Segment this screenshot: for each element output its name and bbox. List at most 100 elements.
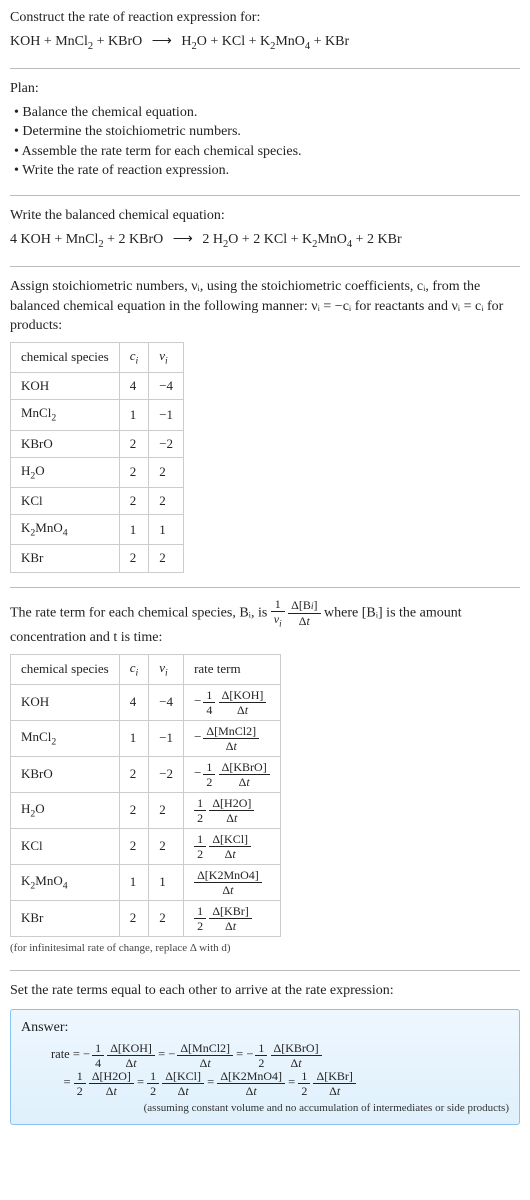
answer-box: Answer: rate = −14 Δ[KOH]Δt = −Δ[MnCl2]Δ…: [10, 1009, 520, 1125]
table-row: KBrO2−2: [11, 430, 184, 457]
plan-item: Write the rate of reaction expression.: [14, 161, 520, 181]
table-header-row: chemical species ci νi: [11, 342, 184, 372]
cell-v: 2: [149, 545, 184, 572]
cell-species: H2O: [11, 457, 120, 487]
col-species: chemical species: [11, 654, 120, 684]
cell-c: 1: [119, 864, 149, 900]
cell-species: KBr: [11, 545, 120, 572]
rateterm-section: The rate term for each chemical species,…: [10, 598, 520, 957]
divider: [10, 587, 520, 588]
divider: [10, 195, 520, 196]
table-row: H2O22: [11, 457, 184, 487]
divider: [10, 68, 520, 69]
balanced-section: Write the balanced chemical equation: 4 …: [10, 206, 520, 252]
final-section: Set the rate terms equal to each other t…: [10, 981, 520, 1125]
cell-rate: −14 Δ[KOH]Δt: [184, 684, 281, 720]
cell-species: KCl: [11, 487, 120, 514]
plan-list: Balance the chemical equation. Determine…: [10, 103, 520, 181]
table-row: KBr 2 2 12 Δ[KBr]Δt: [11, 900, 281, 936]
cell-v: 2: [149, 457, 184, 487]
problem-title: Construct the rate of reaction expressio…: [10, 8, 520, 28]
answer-note: (assuming constant volume and no accumul…: [21, 1101, 509, 1116]
table-row: KCl 2 2 12 Δ[KCl]Δt: [11, 828, 281, 864]
cell-rate: −Δ[MnCl2]Δt: [184, 720, 281, 756]
cell-c: 2: [119, 756, 149, 792]
cell-c: 4: [119, 684, 149, 720]
cell-v: 1: [149, 515, 184, 545]
table-row: KOH 4 −4 −14 Δ[KOH]Δt: [11, 684, 281, 720]
table-row: KBr22: [11, 545, 184, 572]
plan-item: Determine the stoichiometric numbers.: [14, 122, 520, 142]
cell-species: MnCl2: [11, 720, 120, 756]
table-header-row: chemical species ci νi rate term: [11, 654, 281, 684]
cell-v: 2: [149, 900, 184, 936]
table-row: KBrO 2 −2 −12 Δ[KBrO]Δt: [11, 756, 281, 792]
cell-species: KBrO: [11, 430, 120, 457]
cell-species: K2MnO4: [11, 864, 120, 900]
balanced-equation: 4 KOH + MnCl2 + 2 KBrO ⟶ 2 H2O + 2 KCl +…: [10, 230, 520, 252]
final-title: Set the rate terms equal to each other t…: [10, 981, 520, 1001]
table-row: KCl22: [11, 487, 184, 514]
cell-v: 2: [149, 487, 184, 514]
cell-c: 1: [119, 515, 149, 545]
table-row: MnCl21−1: [11, 400, 184, 430]
divider: [10, 970, 520, 971]
cell-c: 2: [119, 430, 149, 457]
divider: [10, 266, 520, 267]
plan-item: Assemble the rate term for each chemical…: [14, 142, 520, 162]
table-row: K2MnO411: [11, 515, 184, 545]
cell-rate: 12 Δ[H2O]Δt: [184, 792, 281, 828]
plan-section: Plan: Balance the chemical equation. Det…: [10, 79, 520, 181]
col-vi: νi: [149, 654, 184, 684]
cell-c: 1: [119, 400, 149, 430]
plan-item: Balance the chemical equation.: [14, 103, 520, 123]
cell-species: KCl: [11, 828, 120, 864]
generic-coef: 1νi: [271, 598, 285, 628]
answer-label: Answer:: [21, 1018, 509, 1038]
stoich-section: Assign stoichiometric numbers, νᵢ, using…: [10, 277, 520, 572]
plan-title: Plan:: [10, 79, 520, 99]
cell-c: 2: [119, 545, 149, 572]
cell-v: 2: [149, 828, 184, 864]
cell-c: 1: [119, 720, 149, 756]
cell-c: 2: [119, 792, 149, 828]
cell-species: K2MnO4: [11, 515, 120, 545]
cell-c: 2: [119, 900, 149, 936]
col-ci: ci: [119, 342, 149, 372]
cell-species: KOH: [11, 684, 120, 720]
cell-rate: 12 Δ[KBr]Δt: [184, 900, 281, 936]
rateterm-intro: The rate term for each chemical species,…: [10, 598, 520, 648]
cell-v: −1: [149, 720, 184, 756]
cell-v: −4: [149, 373, 184, 400]
stoich-table: chemical species ci νi KOH4−4 MnCl21−1 K…: [10, 342, 184, 573]
table-row: KOH4−4: [11, 373, 184, 400]
cell-v: 2: [149, 792, 184, 828]
cell-species: KBrO: [11, 756, 120, 792]
cell-rate: Δ[K2MnO4]Δt: [184, 864, 281, 900]
table-row: K2MnO4 1 1 Δ[K2MnO4]Δt: [11, 864, 281, 900]
unbalanced-equation: KOH + MnCl2 + KBrO ⟶ H2O + KCl + K2MnO4 …: [10, 32, 520, 54]
cell-v: −1: [149, 400, 184, 430]
col-vi: νi: [149, 342, 184, 372]
generic-rate: Δ[Bi]Δt: [288, 599, 320, 627]
cell-c: 2: [119, 457, 149, 487]
cell-v: 1: [149, 864, 184, 900]
col-ci: ci: [119, 654, 149, 684]
table-row: H2O 2 2 12 Δ[H2O]Δt: [11, 792, 281, 828]
cell-species: MnCl2: [11, 400, 120, 430]
cell-c: 2: [119, 487, 149, 514]
col-species: chemical species: [11, 342, 120, 372]
cell-v: −2: [149, 430, 184, 457]
col-rate: rate term: [184, 654, 281, 684]
stoich-intro: Assign stoichiometric numbers, νᵢ, using…: [10, 277, 520, 336]
problem-statement: Construct the rate of reaction expressio…: [10, 8, 520, 54]
cell-v: −2: [149, 756, 184, 792]
rateterm-note: (for infinitesimal rate of change, repla…: [10, 941, 520, 956]
rateterm-table: chemical species ci νi rate term KOH 4 −…: [10, 654, 281, 937]
cell-species: H2O: [11, 792, 120, 828]
cell-rate: −12 Δ[KBrO]Δt: [184, 756, 281, 792]
cell-species: KBr: [11, 900, 120, 936]
cell-c: 4: [119, 373, 149, 400]
cell-rate: 12 Δ[KCl]Δt: [184, 828, 281, 864]
cell-c: 2: [119, 828, 149, 864]
